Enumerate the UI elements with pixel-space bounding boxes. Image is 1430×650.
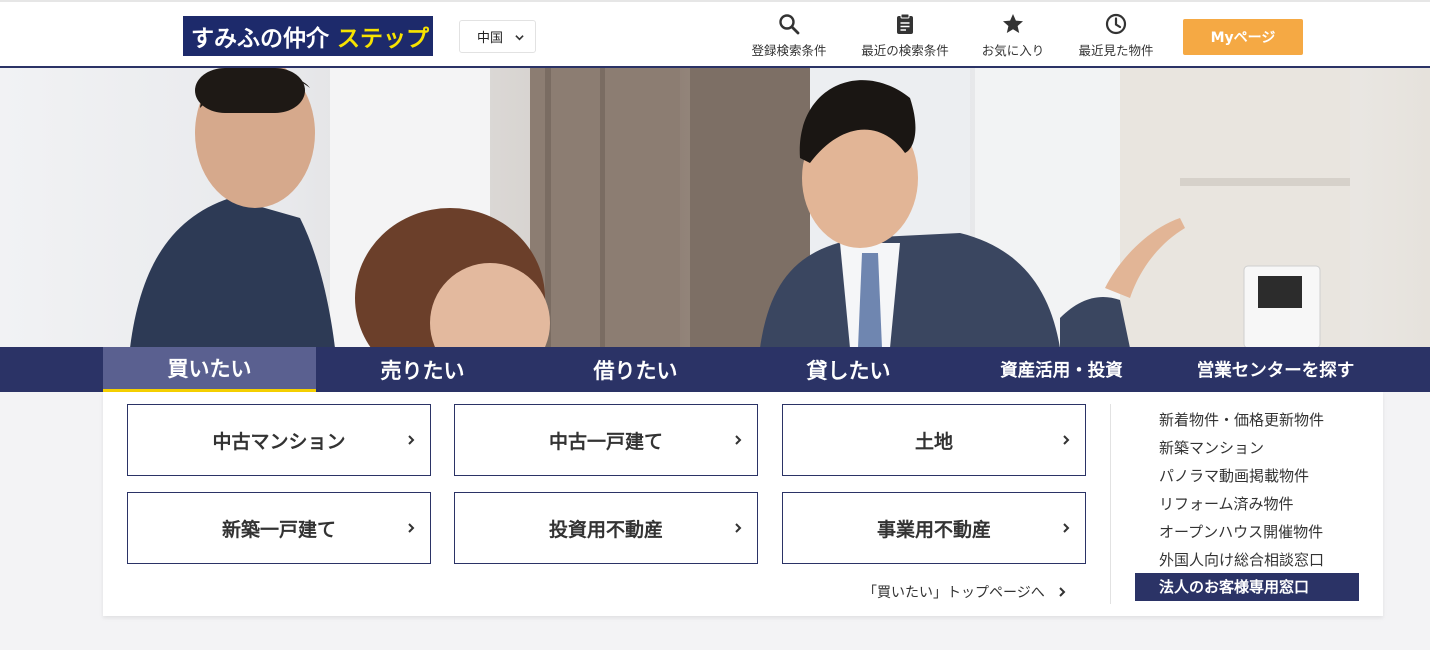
logo-accent-text: ステップ	[337, 26, 429, 52]
category-used-condo[interactable]: 中古マンション	[127, 404, 431, 476]
chevron-right-icon	[408, 435, 415, 445]
category-investment-property[interactable]: 投資用不動産	[454, 492, 758, 564]
side-link-panorama[interactable]: パノラマ動画掲載物件	[1159, 462, 1324, 490]
nav-saved-search[interactable]: 登録検索条件	[729, 12, 849, 59]
nav-favorites-label: お気に入り	[981, 43, 1045, 58]
clipboard-icon	[897, 13, 913, 34]
chevron-right-icon	[1063, 523, 1070, 533]
nav-recently-viewed-label: 最近見た物件	[1078, 43, 1154, 58]
tab-sell[interactable]: 売りたい	[316, 347, 529, 392]
chevron-right-icon	[735, 435, 742, 445]
region-select[interactable]: 中国	[459, 20, 536, 53]
category-new-house[interactable]: 新築一戸建て	[127, 492, 431, 564]
main-tab-bar: 買いたい 売りたい 借りたい 貸したい 資産活用・投資 営業センターを探す	[0, 347, 1430, 392]
chevron-right-icon	[735, 523, 742, 533]
chevron-right-icon	[1059, 587, 1066, 597]
nav-recent-search-label: 最近の検索条件	[861, 43, 949, 58]
search-icon	[779, 14, 800, 35]
nav-recently-viewed[interactable]: 最近見た物件	[1056, 12, 1176, 59]
chevron-down-icon	[515, 35, 524, 41]
nav-saved-search-label: 登録検索条件	[751, 43, 827, 58]
category-used-house[interactable]: 中古一戸建て	[454, 404, 758, 476]
category-business-property[interactable]: 事業用不動産	[782, 492, 1086, 564]
site-logo[interactable]: すみふの仲介 ステップ	[183, 16, 433, 56]
hero-image	[0, 68, 1430, 348]
chevron-right-icon	[408, 523, 415, 533]
tab-find-sales-center[interactable]: 営業センターを探す	[1168, 347, 1383, 392]
category-label: 土地	[914, 430, 953, 453]
buy-dropdown-panel: 中古マンション 中古一戸建て 土地 新築一戸建て 投資用不動産 事業用不動産 「…	[103, 392, 1383, 616]
side-link-renovated[interactable]: リフォーム済み物件	[1159, 490, 1324, 518]
side-link-foreigner-consult[interactable]: 外国人向け総合相談窓口	[1159, 546, 1324, 574]
buy-top-page-link-label: 「買いたい」トップページへ	[863, 585, 1045, 601]
chevron-right-icon	[1063, 435, 1070, 445]
clock-icon	[1105, 13, 1127, 35]
tab-lease[interactable]: 貸したい	[742, 347, 955, 392]
tab-asset-investment[interactable]: 資産活用・投資	[955, 347, 1168, 392]
buy-top-page-link[interactable]: 「買いたい」トップページへ	[863, 582, 1067, 602]
side-link-list: 新着物件・価格更新物件 新築マンション パノラマ動画掲載物件 リフォーム済み物件…	[1135, 406, 1359, 601]
side-link-new-condo[interactable]: 新築マンション	[1159, 434, 1324, 462]
category-label: 中古一戸建て	[548, 430, 663, 453]
mypage-button[interactable]: Myページ	[1183, 19, 1303, 55]
category-label: 投資用不動産	[548, 518, 663, 541]
logo-main-text: すみふの仲介	[191, 26, 329, 52]
nav-recent-search[interactable]: 最近の検索条件	[845, 12, 965, 59]
category-label: 中古マンション	[212, 430, 346, 453]
star-icon	[1003, 14, 1023, 33]
site-header: すみふの仲介 ステップ 中国 登録検索条件 最近の検索条件 お気に入り 最近見た…	[0, 0, 1430, 68]
tab-buy[interactable]: 買いたい	[103, 347, 316, 392]
category-land[interactable]: 土地	[782, 404, 1086, 476]
side-link-new-listings[interactable]: 新着物件・価格更新物件	[1159, 406, 1324, 434]
category-label: 新築一戸建て	[221, 518, 336, 541]
side-link-open-house[interactable]: オープンハウス開催物件	[1159, 518, 1324, 546]
region-selected-value: 中国	[477, 31, 504, 46]
category-label: 事業用不動産	[876, 518, 991, 541]
nav-favorites[interactable]: お気に入り	[953, 12, 1073, 59]
side-link-corporate[interactable]: 法人のお客様専用窓口	[1135, 573, 1359, 601]
panel-divider	[1110, 404, 1111, 604]
tab-rent[interactable]: 借りたい	[529, 347, 742, 392]
hero-photo-illustration	[130, 68, 1350, 348]
